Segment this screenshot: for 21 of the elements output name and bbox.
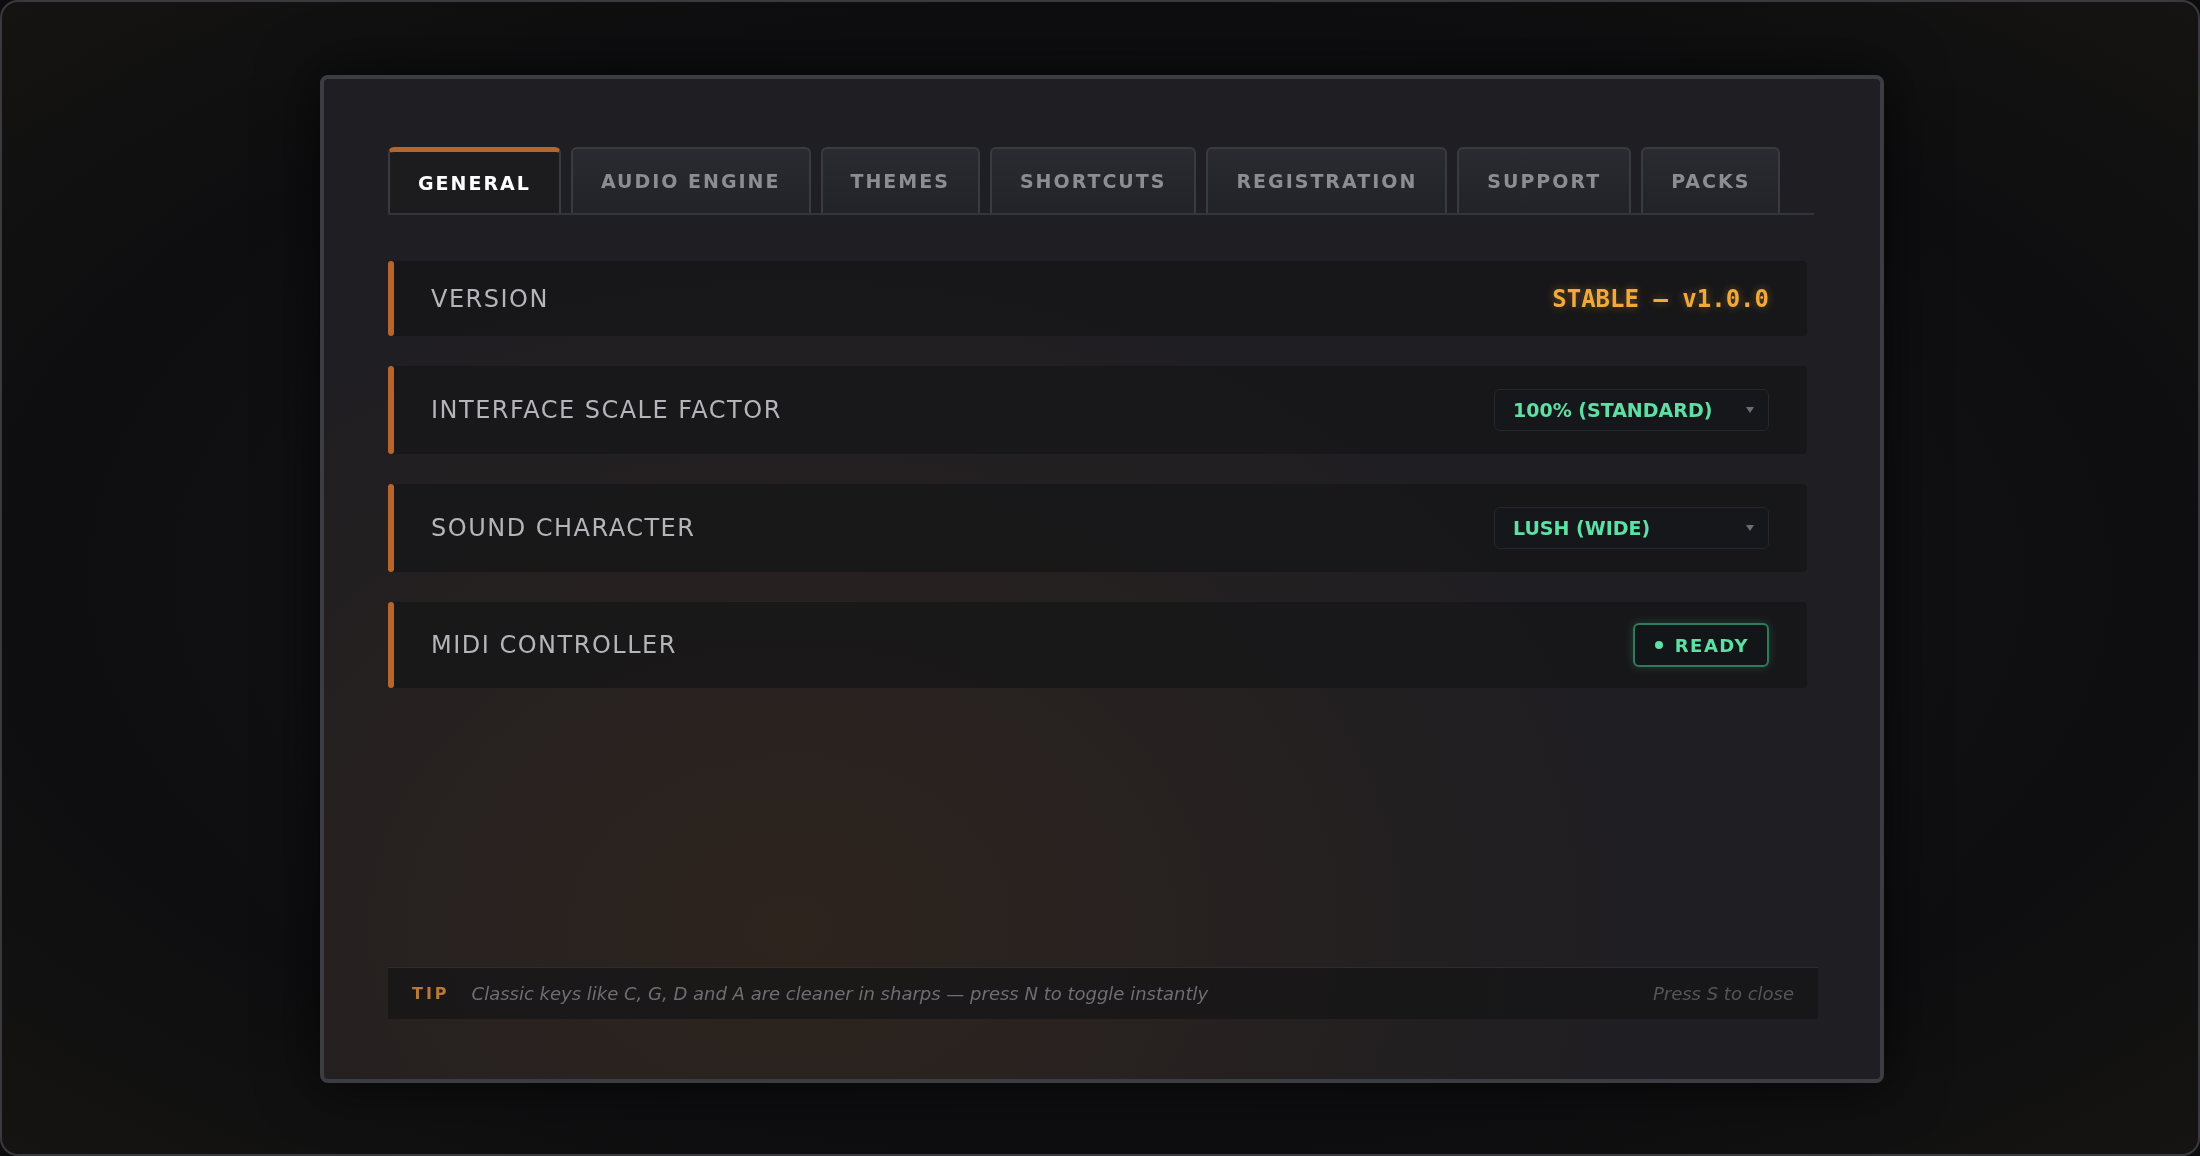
dropdown[interactable]: 100% (STANDARD) bbox=[1494, 389, 1769, 431]
close-hint: Press S to close bbox=[1652, 983, 1794, 1004]
setting-label: SOUND CHARACTER bbox=[431, 514, 697, 542]
dropdown[interactable]: LUSH (WIDE) bbox=[1494, 507, 1769, 549]
tab[interactable]: SHORTCUTS bbox=[989, 147, 1197, 213]
dot-icon bbox=[1654, 641, 1663, 649]
setting-label: VERSION bbox=[431, 284, 550, 313]
caret-icon bbox=[1746, 525, 1754, 531]
tab[interactable]: AUDIO ENGINE bbox=[570, 147, 811, 213]
version-value: STABLE — v1.0.0 bbox=[1552, 284, 1769, 313]
setting-label: MIDI CONTROLLER bbox=[431, 631, 678, 659]
tab[interactable]: SUPPORT bbox=[1457, 147, 1632, 213]
tab[interactable]: REGISTRATION bbox=[1206, 147, 1448, 213]
tab[interactable]: GENERAL bbox=[388, 147, 561, 213]
tab[interactable]: THEMES bbox=[820, 147, 980, 213]
setting-label: INTERFACE SCALE FACTOR bbox=[431, 396, 783, 424]
tip-label: TIP bbox=[412, 984, 450, 1003]
caret-icon bbox=[1746, 407, 1754, 413]
tab[interactable]: PACKS bbox=[1641, 147, 1781, 213]
status-text: READY bbox=[1674, 634, 1749, 656]
tip-text: Classic keys like C, G, D and A are cleaner in sharps — press N to toggle instantly bbox=[471, 983, 1210, 1004]
